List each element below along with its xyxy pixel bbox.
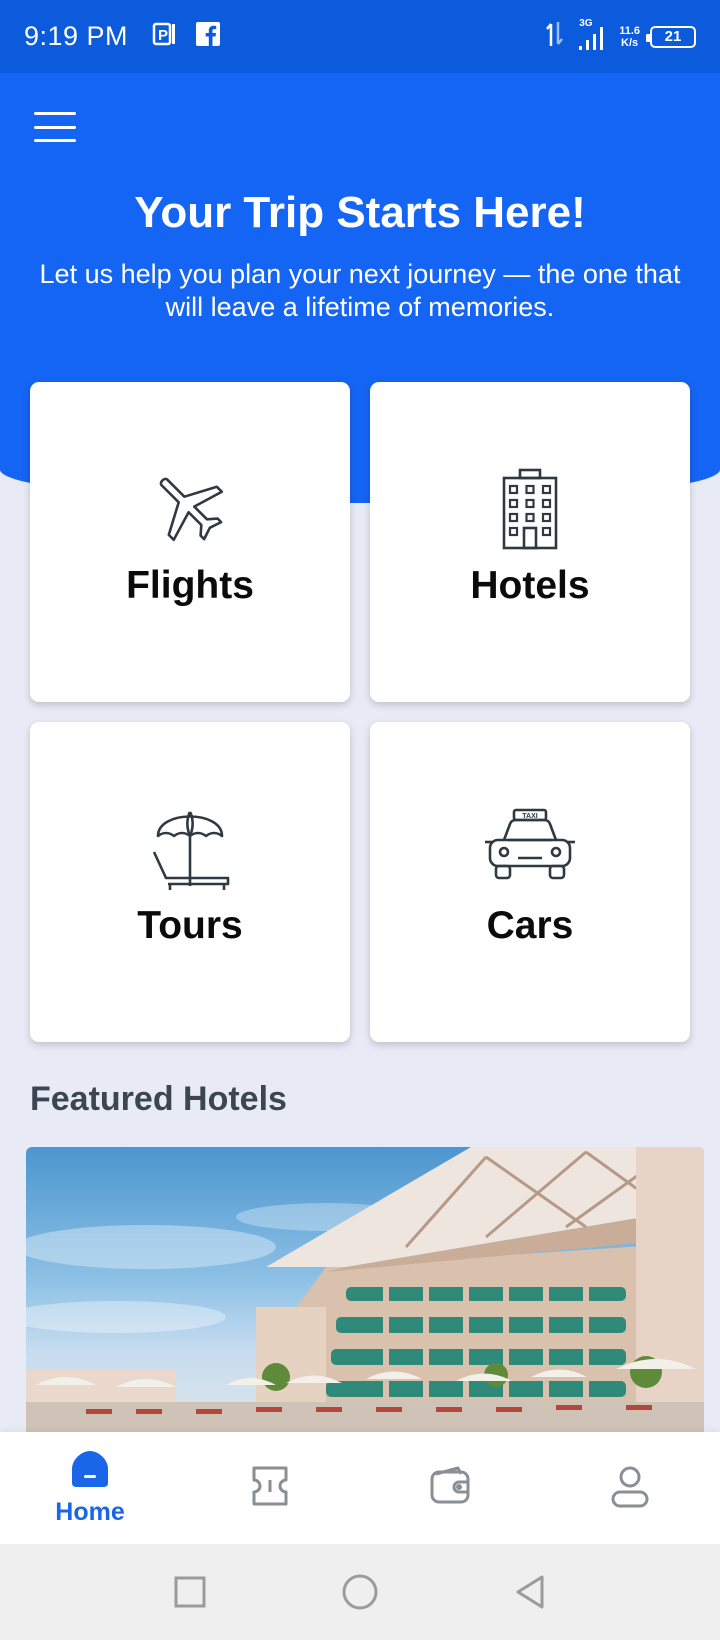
net-speed-value: 11.6 <box>619 24 640 37</box>
signal-icon: 3G <box>575 18 609 52</box>
cars-label: Cars <box>486 904 574 947</box>
parking-app-icon: P <box>152 21 178 52</box>
tab-wallet[interactable] <box>360 1432 540 1544</box>
system-nav-bar <box>0 1544 720 1640</box>
hamburger-menu-icon[interactable] <box>34 112 76 142</box>
tab-home-label: Home <box>55 1498 125 1526</box>
featured-hotels-title: Featured Hotels <box>30 1080 287 1118</box>
battery-indicator: 21 <box>646 25 696 48</box>
flights-label: Flights <box>126 564 254 607</box>
recents-button[interactable] <box>170 1572 210 1612</box>
net-speed-unit: K/s <box>621 36 639 49</box>
tours-label: Tours <box>137 904 243 947</box>
featured-hotel-image[interactable] <box>26 1147 704 1437</box>
screen: 9:19 PM P 3G 11.6 K/s 21 Your Trip Start… <box>0 0 720 1640</box>
back-button[interactable] <box>510 1572 550 1612</box>
data-transfer-icon <box>545 20 565 53</box>
square-icon <box>174 1576 206 1608</box>
circle-icon <box>342 1574 378 1610</box>
svg-text:P: P <box>158 27 168 44</box>
hotels-card[interactable]: Hotels <box>370 382 690 702</box>
tab-bookings[interactable] <box>180 1432 360 1544</box>
taxi-icon: TAXI <box>484 802 576 894</box>
beach-umbrella-icon <box>144 802 236 894</box>
facebook-icon <box>196 22 221 51</box>
status-bar: 9:19 PM P 3G 11.6 K/s 21 <box>0 0 720 73</box>
bottom-tab-bar: Home <box>0 1432 720 1544</box>
status-left-icons: P <box>152 21 221 52</box>
airplane-icon <box>144 462 236 554</box>
building-icon <box>484 462 576 554</box>
tours-card[interactable]: Tours <box>30 722 350 1042</box>
tab-home[interactable]: Home <box>0 1432 180 1544</box>
tab-profile[interactable] <box>540 1432 720 1544</box>
status-right: 3G 11.6 K/s 21 <box>545 18 696 53</box>
back-triangle-icon <box>516 1575 544 1609</box>
hero-title: Your Trip Starts Here! <box>134 188 586 237</box>
flights-card[interactable]: Flights <box>30 382 350 702</box>
profile-icon <box>608 1464 652 1513</box>
hotels-label: Hotels <box>470 564 590 607</box>
home-icon <box>70 1449 110 1494</box>
battery-level: 21 <box>664 28 682 45</box>
home-nav-button[interactable] <box>340 1572 380 1612</box>
status-time: 9:19 PM <box>24 21 129 51</box>
hero-subtitle: Let us help you plan your next journey —… <box>39 259 681 322</box>
cars-card[interactable]: TAXI Cars <box>370 722 690 1042</box>
net-speed: 11.6 K/s <box>619 25 640 49</box>
ticket-icon <box>248 1464 292 1513</box>
wallet-icon <box>428 1464 472 1513</box>
taxi-sign-text: TAXI <box>522 813 537 820</box>
